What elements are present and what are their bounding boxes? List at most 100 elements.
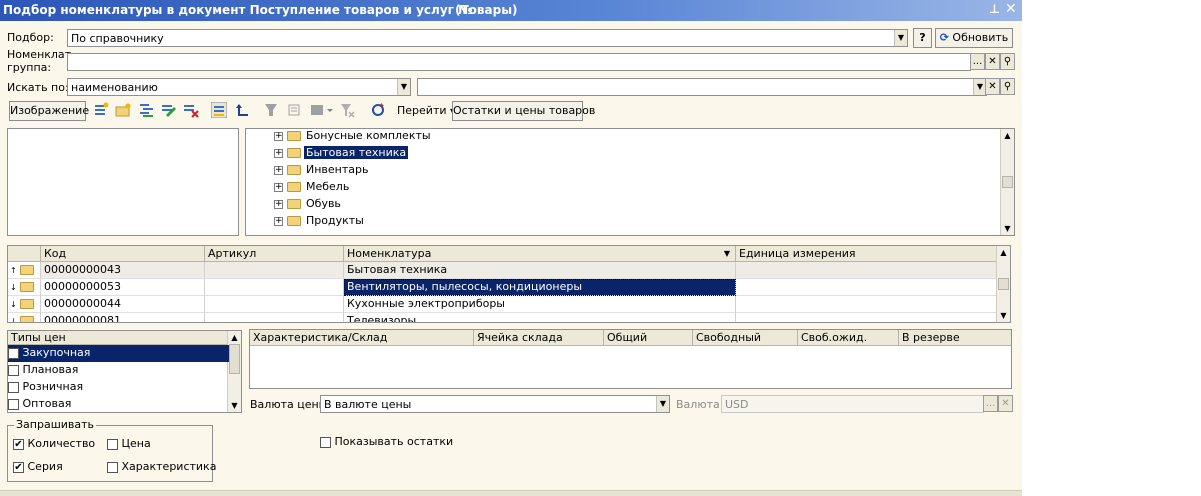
edit-item-icon[interactable] xyxy=(161,102,177,118)
close-icon[interactable]: ✕ xyxy=(1005,1,1017,17)
items-table[interactable]: Код Артикул Номенклатура ▼ Единица измере… xyxy=(7,245,1011,323)
stock-col-characteristic[interactable]: Характеристика/Склад xyxy=(250,330,474,346)
group-select-button[interactable]: ... xyxy=(970,53,985,70)
show-stock-checkbox[interactable]: Показывать остатки xyxy=(320,435,453,448)
table-cell-article[interactable] xyxy=(205,279,344,296)
scroll-down-icon[interactable]: ▼ xyxy=(1001,222,1014,235)
currency-clear-icon[interactable]: ✕ xyxy=(998,395,1013,412)
expand-icon[interactable]: + xyxy=(274,199,283,209)
checkbox-unchecked-icon[interactable] xyxy=(8,381,19,393)
table-cell-code[interactable]: 00000000043 xyxy=(41,262,205,279)
series-checkbox[interactable]: ✔ Серия xyxy=(13,460,63,473)
checkbox-unchecked-icon[interactable] xyxy=(8,347,19,359)
goto-menu[interactable]: Перейти ▼ xyxy=(397,104,456,117)
checkbox-unchecked-icon[interactable] xyxy=(8,398,19,410)
expand-icon[interactable]: + xyxy=(274,182,283,192)
price-types-scrollbar[interactable]: ▲ ▼ xyxy=(227,331,241,412)
stock-table[interactable]: Характеристика/Склад Ячейка склада Общий… xyxy=(249,329,1012,389)
price-type-item[interactable]: Плановая xyxy=(8,362,229,379)
table-cell-name[interactable]: Бытовая техника xyxy=(344,262,736,279)
scroll-down-icon[interactable]: ▼ xyxy=(228,399,241,412)
stock-col-free-expected[interactable]: Своб.ожид. xyxy=(798,330,899,346)
clear-filter-icon[interactable] xyxy=(339,102,355,118)
table-cell-article[interactable] xyxy=(205,313,344,322)
column-header-unit[interactable]: Единица измерения xyxy=(736,246,998,262)
table-cell-name[interactable]: Телевизоры xyxy=(344,313,736,322)
scroll-up-icon[interactable]: ▲ xyxy=(997,246,1010,259)
chevron-down-icon[interactable]: ▼ xyxy=(894,30,907,46)
table-cell-unit[interactable] xyxy=(736,262,998,279)
stock-prices-button[interactable]: Остатки и цены товаров xyxy=(452,101,595,121)
add-folder-icon[interactable] xyxy=(115,102,131,118)
filter-icon[interactable] xyxy=(263,102,279,118)
table-cell-name[interactable]: Вентиляторы, пылесосы, кондиционеры xyxy=(344,279,736,296)
chevron-down-icon[interactable]: ▼ xyxy=(656,396,669,412)
table-cell-article[interactable] xyxy=(205,296,344,313)
tree-item[interactable]: + Обувь xyxy=(274,197,343,214)
hierarchy-toggle-icon[interactable] xyxy=(211,102,227,118)
scroll-thumb[interactable] xyxy=(1002,176,1013,188)
search-clear-icon[interactable]: ✕ xyxy=(985,78,1000,95)
checkbox-unchecked-icon[interactable] xyxy=(8,364,19,376)
column-header-name[interactable]: Номенклатура ▼ xyxy=(344,246,736,262)
filter-value-icon[interactable] xyxy=(287,102,303,118)
stock-col-free[interactable]: Свободный xyxy=(693,330,798,346)
table-cell-unit[interactable] xyxy=(736,279,998,296)
expand-icon[interactable]: + xyxy=(274,148,283,158)
currency-select-button[interactable]: ... xyxy=(983,395,998,412)
stock-col-total[interactable]: Общий xyxy=(604,330,693,346)
tree-item[interactable]: + Бытовая техника xyxy=(274,146,409,163)
column-header-code[interactable]: Код xyxy=(41,246,205,262)
search-by-select[interactable]: наименованию ▼ xyxy=(67,78,411,96)
table-cell-unit[interactable] xyxy=(736,296,998,313)
price-currency-select[interactable]: В валюте цены ▼ xyxy=(320,395,670,413)
currency-field[interactable]: USD xyxy=(721,395,984,413)
group-search-icon[interactable]: ⚲ xyxy=(1000,53,1015,70)
stock-col-cell[interactable]: Ячейка склада xyxy=(474,330,604,346)
group-field[interactable] xyxy=(67,53,971,71)
table-cell-code[interactable]: 00000000081 xyxy=(41,313,205,322)
add-item-icon[interactable] xyxy=(93,102,109,118)
tree-item[interactable]: + Мебель xyxy=(274,180,351,197)
column-header-article[interactable]: Артикул xyxy=(205,246,344,262)
characteristic-checkbox[interactable]: Характеристика xyxy=(107,460,216,473)
chevron-down-icon[interactable]: ▼ xyxy=(397,79,410,95)
price-type-item[interactable]: Оптовая xyxy=(8,396,229,413)
expand-icon[interactable]: + xyxy=(274,131,283,141)
search-text-input[interactable]: ▼ xyxy=(417,78,987,96)
tree-item[interactable]: + Продукты xyxy=(274,214,366,231)
table-cell-name[interactable]: Кухонные электроприборы xyxy=(344,296,736,313)
scroll-up-icon[interactable]: ▲ xyxy=(1001,129,1014,142)
price-type-item[interactable]: Розничная xyxy=(8,379,229,396)
scroll-thumb[interactable] xyxy=(229,344,240,374)
price-type-item[interactable]: Закупочная xyxy=(8,345,229,362)
mark-delete-icon[interactable] xyxy=(183,102,199,118)
tree-scrollbar[interactable]: ▲ ▼ xyxy=(1000,129,1014,235)
filter-history-icon[interactable] xyxy=(309,102,335,118)
podbor-select[interactable]: По справочнику ▼ xyxy=(67,29,908,47)
table-scrollbar[interactable]: ▲ ▼ xyxy=(996,246,1010,322)
expand-icon[interactable]: + xyxy=(274,165,283,175)
scroll-down-icon[interactable]: ▼ xyxy=(997,309,1010,322)
copy-item-icon[interactable] xyxy=(139,102,155,118)
scroll-up-icon[interactable]: ▲ xyxy=(228,331,241,344)
refresh-button[interactable]: ⟳ Обновить xyxy=(935,28,1013,48)
pin-icon[interactable]: ⊥ xyxy=(989,2,1000,16)
level-up-icon[interactable] xyxy=(235,102,251,118)
help-button[interactable]: ? xyxy=(913,28,932,48)
scroll-thumb[interactable] xyxy=(998,278,1009,290)
group-clear-icon[interactable]: ✕ xyxy=(985,53,1000,70)
tree-item[interactable]: + Бонусные комплекты xyxy=(274,129,433,146)
refresh-icon[interactable] xyxy=(370,102,386,118)
expand-icon[interactable]: + xyxy=(274,216,283,226)
table-cell-article[interactable] xyxy=(205,262,344,279)
search-find-icon[interactable]: ⚲ xyxy=(1000,78,1015,95)
table-cell-unit[interactable] xyxy=(736,313,998,322)
price-checkbox[interactable]: Цена xyxy=(107,437,151,450)
quantity-checkbox[interactable]: ✔ Количество xyxy=(13,437,95,450)
table-cell-code[interactable]: 00000000053 xyxy=(41,279,205,296)
stock-col-reserved[interactable]: В резерве xyxy=(899,330,1011,346)
tree-item[interactable]: + Инвентарь xyxy=(274,163,370,180)
image-button[interactable]: Изображение xyxy=(9,101,89,121)
table-cell-code[interactable]: 00000000044 xyxy=(41,296,205,313)
